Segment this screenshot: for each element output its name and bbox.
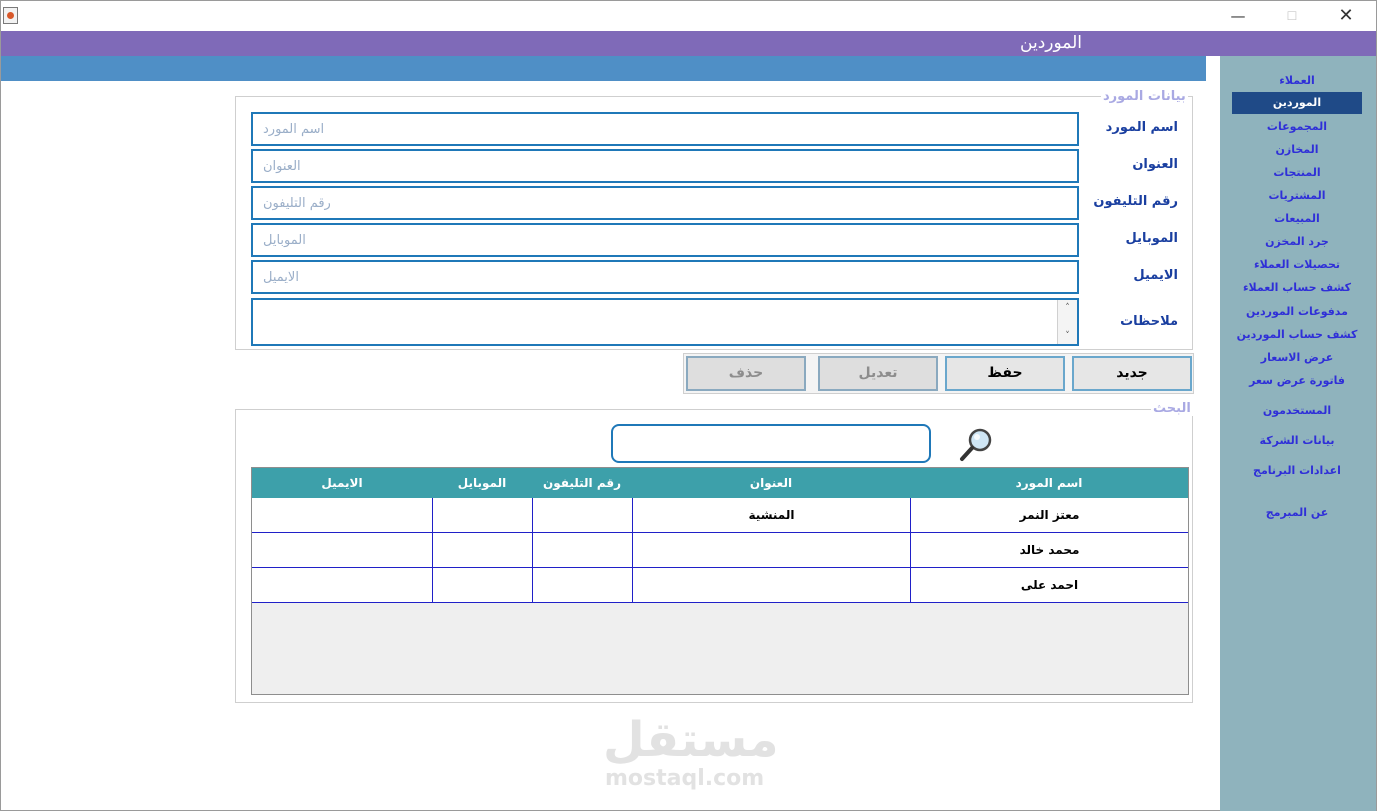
notes-scrollbar[interactable]: ˄ ˅ (1057, 300, 1077, 344)
sidebar-item-about-developer[interactable]: عن المبرمج (1232, 504, 1362, 522)
page-title: الموردين (1020, 33, 1082, 53)
cell-email (252, 498, 432, 533)
application-window: — ☐ ✕ الموردين العملاء الموردين المجموعا… (0, 0, 1377, 811)
suppliers-table: اسم المورد العنوان رقم التليفون الموبايل… (251, 467, 1189, 695)
sidebar-item-customer-collections[interactable]: تحصيلات العملاء (1232, 256, 1362, 274)
address-label: العنوان (1132, 157, 1178, 172)
column-header-mobile[interactable]: الموبايل (432, 468, 532, 498)
sidebar-item-supplier-payments[interactable]: مدفوعات الموردين (1232, 303, 1362, 321)
sidebar-item-supplier-statement[interactable]: كشف حساب الموردين (1232, 326, 1362, 344)
cell-phone (532, 568, 632, 603)
cell-email (252, 568, 432, 603)
table-row[interactable]: احمد على (252, 568, 1188, 603)
mobile-label: الموبايل (1125, 231, 1178, 246)
cell-address (632, 568, 910, 603)
sidebar: العملاء الموردين المجموعات المخازن المنت… (1220, 56, 1376, 811)
scroll-down-arrow-icon[interactable]: ˅ (1058, 329, 1077, 343)
sidebar-item-products[interactable]: المنتجات (1232, 164, 1362, 182)
edit-button[interactable]: تعديل (818, 356, 938, 391)
sidebar-item-groups[interactable]: المجموعات (1232, 118, 1362, 136)
search-input[interactable] (611, 424, 931, 463)
java-app-icon (3, 7, 18, 24)
cell-supplier-name: احمد على (910, 568, 1188, 603)
sidebar-item-customers[interactable]: العملاء (1232, 72, 1362, 90)
delete-button[interactable]: حذف (686, 356, 806, 391)
column-header-email[interactable]: الايميل (252, 468, 432, 498)
cell-supplier-name: معتز النمر (910, 498, 1188, 533)
sidebar-item-quote-invoice[interactable]: فاتورة عرض سعر (1232, 372, 1362, 390)
phone-label: رقم التليفون (1093, 194, 1178, 209)
blue-strip (1, 56, 1206, 81)
close-button[interactable]: ✕ (1323, 1, 1369, 31)
sidebar-item-stores[interactable]: المخازن (1232, 141, 1362, 159)
cell-address (632, 533, 910, 568)
sidebar-item-purchases[interactable]: المشتريات (1232, 187, 1362, 205)
table-header: اسم المورد العنوان رقم التليفون الموبايل… (252, 468, 1188, 498)
column-header-address[interactable]: العنوان (632, 468, 910, 498)
cell-mobile (432, 568, 532, 603)
phone-input[interactable] (251, 186, 1079, 220)
maximize-button[interactable]: ☐ (1269, 1, 1315, 31)
sidebar-item-customer-statement[interactable]: كشف حساب العملاء (1232, 279, 1362, 297)
table-row[interactable]: محمد خالد (252, 533, 1188, 568)
sidebar-item-settings[interactable]: اعدادات البرنامج (1232, 462, 1362, 480)
cell-supplier-name: محمد خالد (910, 533, 1188, 568)
email-label: الايميل (1133, 268, 1178, 283)
mobile-input[interactable] (251, 223, 1079, 257)
notes-textarea[interactable]: ˄ ˅ (251, 298, 1079, 346)
cell-address: المنشية (632, 498, 910, 533)
address-input[interactable] (251, 149, 1079, 183)
column-header-supplier-name[interactable]: اسم المورد (910, 468, 1188, 498)
sidebar-item-sales[interactable]: المبيعات (1232, 210, 1362, 228)
cell-mobile (432, 533, 532, 568)
search-icon[interactable] (959, 426, 995, 462)
minimize-button[interactable]: — (1215, 1, 1261, 31)
supplier-data-legend: بيانات المورد (1101, 89, 1188, 104)
save-button[interactable]: حفظ (945, 356, 1065, 391)
watermark-logo-latin: mostaql.com (605, 766, 765, 791)
cell-phone (532, 498, 632, 533)
cell-email (252, 533, 432, 568)
email-input[interactable] (251, 260, 1079, 294)
header-bar: الموردين (1, 31, 1376, 56)
table-row[interactable]: معتز النمر المنشية (252, 498, 1188, 533)
scroll-up-arrow-icon[interactable]: ˄ (1058, 301, 1077, 315)
search-legend: البحث (1151, 401, 1193, 416)
sidebar-item-suppliers[interactable]: الموردين (1232, 92, 1362, 114)
sidebar-item-users[interactable]: المستخدمون (1232, 402, 1362, 420)
supplier-name-label: اسم المورد (1105, 120, 1178, 135)
sidebar-item-company-data[interactable]: بيانات الشركة (1232, 432, 1362, 450)
sidebar-item-inventory[interactable]: جرد المخزن (1232, 233, 1362, 251)
cell-phone (532, 533, 632, 568)
sidebar-item-price-quotes[interactable]: عرض الاسعار (1232, 349, 1362, 367)
supplier-name-input[interactable] (251, 112, 1079, 146)
notes-label: ملاحظات (1120, 314, 1178, 329)
title-bar: — ☐ ✕ (1, 1, 1376, 31)
new-button[interactable]: جديد (1072, 356, 1192, 391)
watermark-logo-arabic: مستقل (603, 712, 779, 768)
column-header-phone[interactable]: رقم التليفون (532, 468, 632, 498)
cell-mobile (432, 498, 532, 533)
